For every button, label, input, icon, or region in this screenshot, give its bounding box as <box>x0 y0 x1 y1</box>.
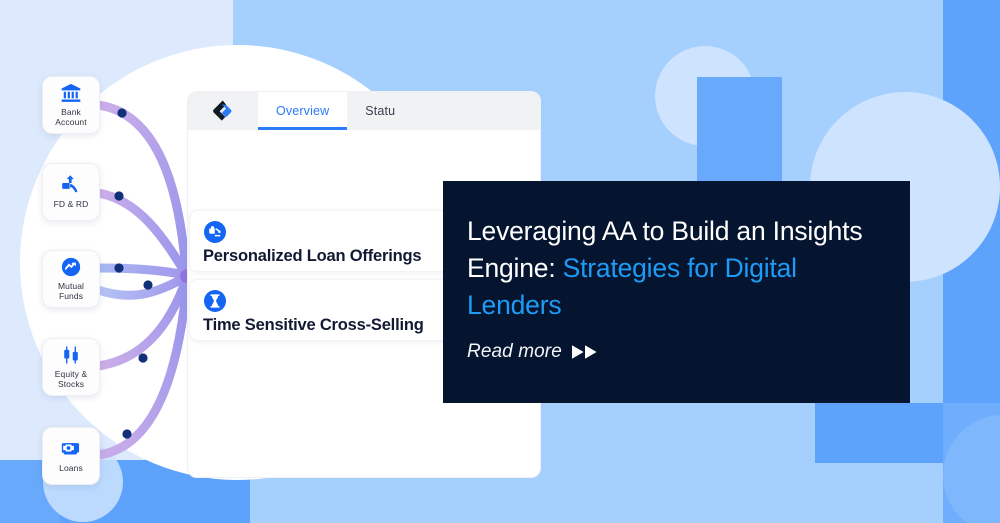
promo-title: Leveraging AA to Build an Insights Engin… <box>467 213 867 324</box>
finarkein-logo-icon <box>213 100 232 121</box>
source-chip-loans[interactable]: Loans <box>42 427 100 485</box>
chip-label-line2: Stocks <box>57 379 85 389</box>
tab-status-label: Statu <box>365 104 396 118</box>
double-chevron-right-icon <box>571 345 597 359</box>
banknote-icon <box>61 443 80 455</box>
promo-card: Leveraging AA to Build an Insights Engin… <box>443 181 910 403</box>
loan-transfer-icon <box>204 221 226 243</box>
trend-chart-icon <box>61 258 81 277</box>
chip-label-line1: FD & RD <box>53 199 89 210</box>
read-more-link[interactable]: Read more <box>467 341 601 363</box>
read-more-label: Read more <box>467 341 562 362</box>
source-chip-bank-account[interactable]: Bank Account <box>42 76 100 134</box>
promo-banner: Bank Account FD & RD Mutual Funds Equity… <box>0 0 1000 523</box>
background-rect-top <box>697 77 782 183</box>
chip-label-line1: Loans <box>59 463 83 474</box>
source-chip-equity-stocks[interactable]: Equity & Stocks <box>42 338 100 396</box>
chip-label-line2: Account <box>55 117 87 127</box>
tab-overview[interactable]: Overview <box>258 92 348 130</box>
tab-overview-label: Overview <box>276 104 330 118</box>
app-logo[interactable] <box>188 92 258 130</box>
source-chip-fd-rd[interactable]: FD & RD <box>42 163 100 221</box>
background-bottom-rect <box>815 403 943 463</box>
hand-deposit-icon <box>62 175 78 193</box>
bank-icon <box>61 84 81 103</box>
dashboard-header: Overview Statu <box>188 92 540 130</box>
hourglass-icon <box>204 290 226 312</box>
candlestick-icon <box>64 346 78 365</box>
chip-label-line2: Funds <box>58 291 84 301</box>
source-chip-mutual-funds[interactable]: Mutual Funds <box>42 250 100 308</box>
tab-status[interactable]: Statu <box>347 92 413 130</box>
